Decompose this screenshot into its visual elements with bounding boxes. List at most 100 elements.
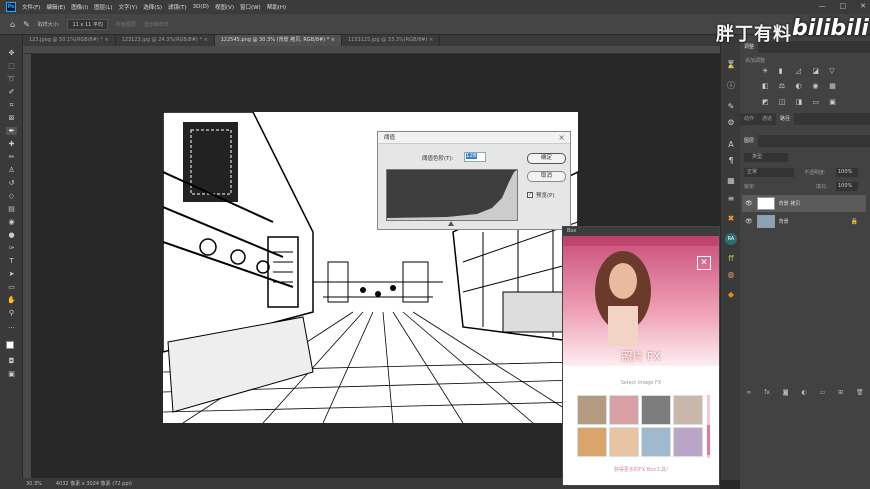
cube-plugin-icon[interactable]: ◆: [725, 289, 737, 301]
cancel-button[interactable]: 取消: [527, 171, 566, 182]
hue-icon[interactable]: ◧: [762, 82, 775, 93]
path-select-tool-icon[interactable]: ➤: [6, 270, 17, 278]
eraser-tool-icon[interactable]: ◇: [6, 192, 17, 200]
menu-filter[interactable]: 滤镜(T): [168, 3, 187, 11]
menu-3d[interactable]: 3D(D): [193, 4, 209, 10]
ff-plugin-icon[interactable]: ff: [725, 253, 737, 265]
tab-doc-1[interactable]: 123.jpeg @ 50.1%(RGB/8#) * ×: [23, 35, 116, 46]
fx-thumb-1[interactable]: [577, 395, 607, 425]
plugin-x-icon[interactable]: ✖: [725, 213, 737, 225]
show-sampling-ring[interactable]: 显示取样环: [144, 21, 169, 28]
exposure-icon[interactable]: ◪: [812, 67, 825, 78]
move-tool-icon[interactable]: ✥: [6, 49, 17, 57]
info-icon[interactable]: ⓘ: [725, 80, 737, 92]
layer-row[interactable]: 👁 背景 拷贝: [742, 195, 866, 212]
close-tab-icon[interactable]: ×: [429, 37, 433, 43]
swatches-icon[interactable]: ▦: [725, 175, 737, 187]
curves-icon[interactable]: ◿: [796, 67, 809, 78]
menu-view[interactable]: 视图(V): [215, 3, 234, 11]
fx-thumb-6[interactable]: [609, 427, 639, 457]
gradient-map-icon[interactable]: ▭: [812, 98, 825, 109]
mask-icon[interactable]: ◙: [783, 389, 789, 399]
fx-thumb-8[interactable]: [673, 427, 703, 457]
maximize-button[interactable]: □: [840, 2, 847, 10]
type-tool-icon[interactable]: T: [6, 257, 17, 265]
home-icon[interactable]: ⌂: [10, 20, 15, 29]
trash-icon[interactable]: 🗑: [856, 389, 864, 399]
fill-input[interactable]: 100%: [836, 182, 858, 191]
link-icon[interactable]: ∞: [746, 389, 751, 399]
close-window-button[interactable]: ✕: [860, 2, 866, 10]
tab-doc-3[interactable]: 122545.png @ 30.3% (背景 拷贝, RGB/8#) * ×: [214, 35, 342, 46]
gradient-tool-icon[interactable]: ▤: [6, 205, 17, 213]
marquee-tool-icon[interactable]: ⬚: [6, 62, 17, 70]
layer-row[interactable]: 👁 背景 🔒: [742, 213, 866, 230]
layer-kind-filter[interactable]: 类型: [744, 153, 788, 162]
bw-icon[interactable]: ◐: [796, 82, 809, 93]
menu-file[interactable]: 文件(F): [22, 3, 40, 11]
vibrance-icon[interactable]: ▽: [829, 67, 842, 78]
lasso-tool-icon[interactable]: ➰: [6, 75, 17, 83]
opacity-input[interactable]: 100%: [836, 168, 858, 177]
blur-tool-icon[interactable]: ◉: [6, 218, 17, 226]
fx-thumb-2[interactable]: [609, 395, 639, 425]
color-wheel-icon[interactable]: ◍: [725, 269, 737, 281]
dialog-close-icon[interactable]: ×: [558, 133, 565, 142]
fx-thumb-3[interactable]: [641, 395, 671, 425]
photo-filter-icon[interactable]: ◉: [812, 82, 825, 93]
more-tools-icon[interactable]: …: [6, 322, 17, 330]
zoom-level[interactable]: 30.3%: [26, 481, 42, 487]
levels-icon[interactable]: ▮: [779, 67, 792, 78]
ok-button[interactable]: 确定: [527, 153, 566, 164]
menu-layer[interactable]: 图层(L): [94, 3, 112, 11]
history-icon[interactable]: ⌛: [725, 59, 737, 71]
eyedropper-icon[interactable]: ✒: [6, 127, 17, 135]
brush-settings-icon[interactable]: ✎: [725, 101, 737, 113]
tab-doc-2[interactable]: 123123.jpg @ 24.3%(RGB/8#) * ×: [116, 35, 215, 46]
color-balance-icon[interactable]: ⚖: [779, 82, 792, 93]
tab-doc-4[interactable]: 1153125.jpg @ 33.3%(RGB/8#) ×: [342, 35, 441, 46]
threshold-slider[interactable]: [448, 221, 454, 226]
ra-plugin-icon[interactable]: RA: [725, 233, 737, 245]
eye-icon[interactable]: 👁: [745, 200, 753, 207]
threshold-icon[interactable]: ◨: [796, 98, 809, 109]
adjustments-icon[interactable]: ⚙: [725, 117, 737, 129]
quick-select-tool-icon[interactable]: ✐: [6, 88, 17, 96]
threshold-level-input[interactable]: 128: [464, 152, 486, 162]
minimize-button[interactable]: —: [819, 2, 826, 10]
menu-select[interactable]: 选择(S): [143, 3, 162, 11]
screen-mode-icon[interactable]: ▣: [6, 370, 17, 378]
close-tab-icon[interactable]: ×: [104, 37, 108, 43]
fx-scrollbar[interactable]: [707, 395, 710, 458]
channel-mixer-icon[interactable]: ▦: [829, 82, 842, 93]
history-brush-icon[interactable]: ↺: [6, 179, 17, 187]
tab-channels[interactable]: 通道: [758, 113, 776, 125]
frame-tool-icon[interactable]: ⊠: [6, 114, 17, 122]
fx-thumb-7[interactable]: [641, 427, 671, 457]
healing-brush-icon[interactable]: ✚: [6, 140, 17, 148]
paragraph-icon[interactable]: ¶: [725, 155, 737, 167]
menu-image[interactable]: 图像(I): [71, 3, 88, 11]
menu-help[interactable]: 帮助(H): [267, 3, 286, 11]
menu-type[interactable]: 文字(Y): [119, 3, 138, 11]
fx-thumb-4[interactable]: [673, 395, 703, 425]
preview-checkbox[interactable]: ✓: [527, 192, 533, 198]
posterize-icon[interactable]: ◫: [779, 98, 792, 109]
crop-tool-icon[interactable]: ⌗: [6, 101, 17, 109]
properties-icon[interactable]: ≡: [725, 193, 737, 205]
pen-tool-icon[interactable]: ✑: [6, 244, 17, 252]
eyedropper-tool-icon[interactable]: ✎: [23, 20, 30, 29]
group-icon[interactable]: ▭: [820, 389, 826, 399]
zoom-tool-icon[interactable]: ⚲: [6, 309, 17, 317]
fx-icon[interactable]: fx: [764, 389, 770, 399]
menu-edit[interactable]: 编辑(E): [46, 3, 65, 11]
menu-window[interactable]: 窗口(W): [240, 3, 261, 11]
character-icon[interactable]: A: [725, 139, 737, 151]
clone-stamp-icon[interactable]: ♙: [6, 166, 17, 174]
quick-mask-icon[interactable]: ◘: [6, 357, 17, 365]
dodge-tool-icon[interactable]: ●: [6, 231, 17, 239]
brightness-icon[interactable]: ☀: [762, 67, 775, 78]
layer-name[interactable]: 背景 拷贝: [779, 200, 801, 207]
new-layer-icon[interactable]: ⊞: [838, 389, 843, 399]
eye-icon[interactable]: 👁: [745, 218, 753, 225]
